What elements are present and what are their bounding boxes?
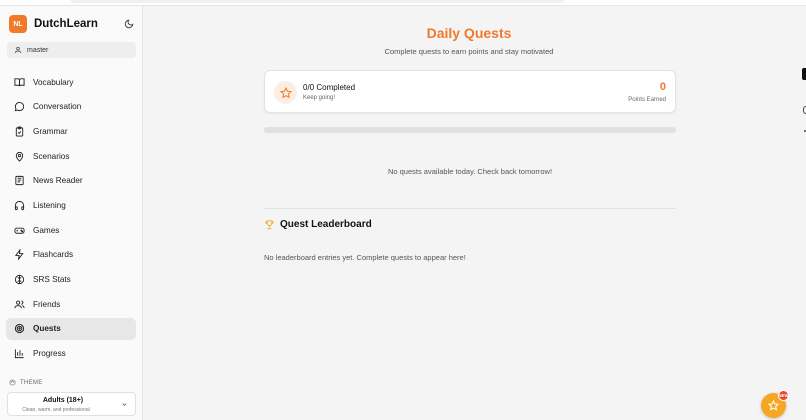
- user-profile[interactable]: master: [7, 42, 136, 58]
- user-icon: [15, 47, 21, 54]
- sidebar-item-label: Vocabulary: [33, 77, 74, 87]
- moon-icon[interactable]: [123, 18, 135, 30]
- quest-summary-card: 0/0 Completed Keep going! 0 Points Earne…: [264, 70, 676, 113]
- sidebar-item-label: Games: [33, 225, 60, 235]
- sidebar-item-label: Flashcards: [33, 250, 74, 260]
- headphones-icon: [13, 199, 25, 211]
- map-pin-icon: [13, 150, 25, 162]
- empty-quests-message: No quests available today. Check back to…: [387, 167, 553, 176]
- star-icon: [768, 400, 779, 411]
- users-icon: [13, 298, 25, 310]
- sidebar-item-label: Conversation: [33, 102, 82, 112]
- page-title: Daily Quests: [426, 25, 512, 41]
- sidebar-item-label: SRS Stats: [33, 275, 71, 284]
- sidebar-item-flashcards[interactable]: Flashcards: [6, 244, 136, 266]
- trophy-icon: [264, 219, 275, 230]
- sidebar-item-news-reader[interactable]: News Reader: [6, 170, 136, 192]
- sidebar-item-grammar[interactable]: Grammar: [6, 120, 136, 142]
- leaderboard-empty-message: No leaderboard entries yet. Complete que…: [264, 253, 466, 262]
- target-icon: [13, 323, 25, 335]
- brand-logo: NL: [9, 15, 27, 33]
- leaderboard-title: Quest Leaderboard: [264, 219, 372, 230]
- main-nav: Vocabulary Conversation Grammar Scenario…: [6, 71, 136, 367]
- sidebar-item-conversation[interactable]: Conversation: [6, 96, 136, 118]
- page-subtitle: Complete quests to earn points and stay …: [384, 47, 554, 56]
- sidebar-item-games[interactable]: Games: [6, 219, 136, 241]
- new-badge: NEW: [778, 390, 789, 401]
- star-fab-button[interactable]: NEW: [761, 390, 789, 418]
- sidebar-item-srs-stats[interactable]: SRS Stats: [6, 269, 136, 291]
- sidebar-item-listening[interactable]: Listening: [6, 194, 136, 216]
- clipboard-icon: [13, 125, 25, 137]
- leaderboard-title-text: Quest Leaderboard: [280, 219, 372, 230]
- section-divider: [264, 208, 676, 209]
- star-icon: [274, 81, 297, 104]
- sidebar-item-label: Progress: [33, 349, 66, 359]
- sidebar-item-vocabulary[interactable]: Vocabulary: [6, 71, 136, 93]
- theme-select[interactable]: Adults (18+) Clean, warm, and profession…: [7, 392, 136, 416]
- brand: NL DutchLearn: [9, 15, 135, 33]
- chevron-down-icon: [122, 403, 127, 406]
- brand-name: DutchLearn: [34, 18, 98, 30]
- address-bar: [70, 0, 565, 3]
- bar-chart-icon: [13, 348, 25, 360]
- sidebar-item-label: Quests: [33, 324, 61, 334]
- sidebar: NL DutchLearn master Vocabulary Conversa…: [0, 6, 143, 420]
- book-icon: [13, 76, 25, 88]
- sidebar-item-label: Grammar: [33, 126, 68, 136]
- sidebar-item-scenarios[interactable]: Scenarios: [6, 145, 136, 167]
- newspaper-icon: [13, 175, 25, 187]
- main-content: Daily Quests Complete quests to earn poi…: [143, 6, 806, 420]
- sidebar-item-label: News Reader: [33, 176, 83, 186]
- palette-icon: [9, 379, 16, 386]
- sidebar-item-quests[interactable]: Quests: [6, 317, 136, 340]
- sidebar-item-label: Listening: [33, 200, 66, 210]
- theme-selected-value: Adults (18+): [42, 397, 84, 404]
- theme-selected-description: Clean, warm, and professional: [22, 407, 90, 413]
- points-value: 0: [659, 81, 666, 93]
- sidebar-item-label: Friends: [33, 299, 61, 309]
- sidebar-item-progress[interactable]: Progress: [6, 343, 136, 365]
- theme-label-text: THEME: [20, 379, 43, 386]
- sidebar-item-friends[interactable]: Friends: [6, 293, 136, 315]
- brain-icon: [13, 274, 25, 286]
- theme-label: THEME: [9, 379, 43, 386]
- quest-progress-bar: [264, 127, 676, 133]
- points-label: Points Earned: [628, 97, 666, 103]
- sidebar-item-label: Scenarios: [33, 151, 70, 161]
- edge-element: [802, 68, 806, 80]
- gamepad-icon: [13, 224, 25, 236]
- encouragement-text: Keep going!: [303, 95, 336, 101]
- chat-bubble-icon: [13, 101, 25, 113]
- lightning-icon: [13, 249, 25, 261]
- user-name: master: [27, 46, 49, 54]
- completed-count: 0/0 Completed: [303, 83, 356, 92]
